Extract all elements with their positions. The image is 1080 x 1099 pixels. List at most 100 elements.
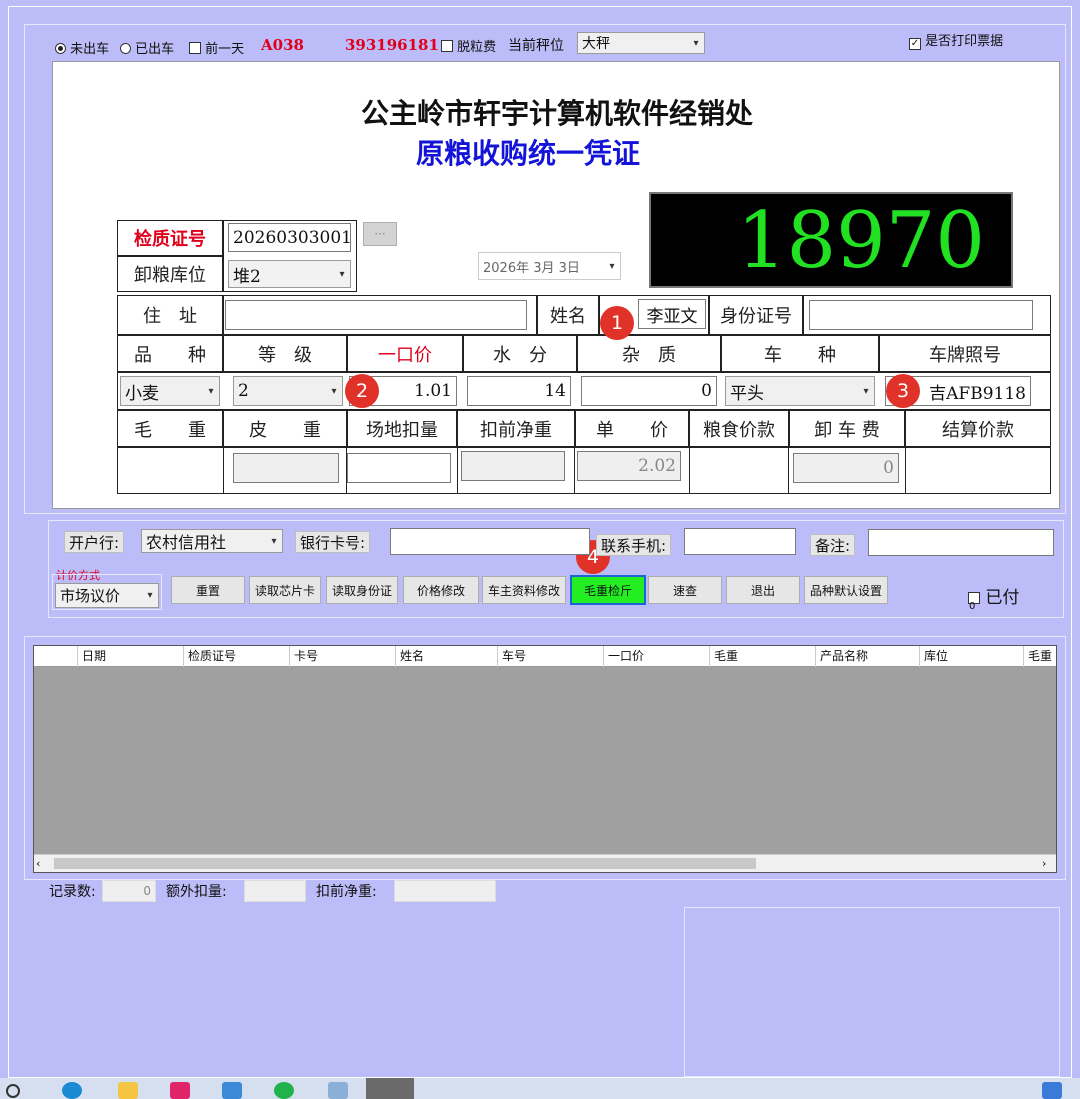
chevron-down-icon: ▾ [863, 385, 869, 397]
unit-price-input: 2.02 [577, 451, 681, 481]
prenet-footer-value [394, 880, 496, 902]
col-water: 水 分 [463, 335, 577, 372]
grade-select[interactable]: 2 ▾ [233, 376, 343, 406]
date-picker[interactable]: 2026年 3月 3日 ▾ [478, 252, 621, 280]
scroll-left-icon[interactable]: ‹ [36, 857, 40, 870]
edge-icon[interactable] [62, 1082, 82, 1099]
phone-input[interactable] [684, 528, 796, 555]
grid-col-9[interactable]: 毛重 [1024, 646, 1056, 667]
col-site: 场地扣量 [347, 410, 457, 447]
grid-col-5[interactable]: 一口价 [604, 646, 710, 667]
col-grade: 等 级 [223, 335, 347, 372]
addr-input[interactable] [225, 300, 527, 330]
scroll-thumb[interactable] [54, 858, 756, 869]
grid-corner [34, 646, 78, 667]
exit-button[interactable]: 退出 [726, 576, 800, 604]
grid-col-2[interactable]: 卡号 [290, 646, 396, 667]
store-icon[interactable] [222, 1082, 242, 1099]
note-input[interactable] [868, 529, 1054, 556]
voucher-paper: 公主岭市轩宇计算机软件经销处 原粮收购统一凭证 18970 检质证号 卸粮库位 … [52, 61, 1060, 509]
col-variety: 品 种 [117, 335, 223, 372]
variety-select[interactable]: 小麦 ▾ [120, 376, 220, 406]
price-edit-button[interactable]: 价格修改 [403, 576, 479, 604]
badge-2: 2 [345, 374, 379, 408]
grain-pay-cell [689, 447, 789, 494]
active-app-icon[interactable] [366, 1078, 414, 1099]
print-ticket-box[interactable]: ✓ [909, 38, 921, 50]
name-label: 姓名 [537, 295, 599, 335]
col-unit: 单 价 [575, 410, 689, 447]
prev-day-checkbox[interactable]: 前一天 [189, 38, 244, 57]
impurity-input[interactable]: 0 [581, 376, 717, 406]
app-window-icon[interactable] [328, 1082, 348, 1099]
scale-select[interactable]: 大秤 ▾ [577, 32, 705, 54]
extra-label: 额外扣量: [166, 884, 227, 900]
site-input[interactable] [347, 453, 451, 483]
paid-checkbox[interactable]: 已付 [968, 583, 1019, 608]
grid-col-1[interactable]: 检质证号 [184, 646, 290, 667]
store-select[interactable]: 堆2 ▾ [228, 260, 351, 288]
chevron-down-icon: ▾ [271, 535, 277, 547]
radio-out-dot[interactable] [120, 43, 131, 54]
grid-col-0[interactable]: 日期 [78, 646, 184, 667]
col-plate: 车牌照号 [879, 335, 1051, 372]
prenet-footer-label: 扣前净重: [316, 884, 377, 900]
taskbar [0, 1078, 1080, 1099]
weight-display: 18970 [649, 192, 1013, 288]
vehicle-select[interactable]: 平头 ▾ [725, 376, 875, 406]
settle-cell [905, 447, 1051, 494]
grid-hscrollbar[interactable]: ‹ › [34, 854, 1056, 872]
empty-panel [684, 907, 1060, 1077]
prev-day-box[interactable] [189, 42, 201, 54]
chevron-down-icon: ▾ [147, 590, 153, 601]
badge-3: 3 [886, 374, 920, 408]
husk-fee-box[interactable] [441, 40, 453, 52]
bank-select[interactable]: 农村信用社 ▾ [141, 529, 283, 553]
cert-input[interactable]: 20260303001 [228, 223, 352, 252]
grid-col-4[interactable]: 车号 [498, 646, 604, 667]
grid-col-3[interactable]: 姓名 [396, 646, 498, 667]
badge-1: 1 [600, 306, 634, 340]
id-label: 身份证号 [709, 295, 803, 335]
reset-button[interactable]: 重置 [171, 576, 245, 604]
paid-count: 0 [969, 601, 976, 612]
card-input[interactable] [390, 528, 590, 555]
radio-not-out-dot[interactable] [55, 43, 66, 54]
card-label: 银行卡号: [295, 531, 371, 553]
grid-col-6[interactable]: 毛重 [710, 646, 816, 667]
records-value: 0 [102, 880, 156, 902]
code-label: A038 [261, 36, 304, 54]
scale-label: 当前秤位 [508, 38, 564, 54]
gross-weigh-button[interactable]: 毛重检斤 [570, 575, 646, 605]
bank-label: 开户行: [64, 531, 125, 553]
radio-not-out[interactable]: 未出车 [55, 38, 109, 57]
pricing-select[interactable]: 市场议价 ▾ [55, 583, 159, 608]
folder-icon[interactable] [118, 1082, 138, 1099]
grid-col-8[interactable]: 库位 [920, 646, 1024, 667]
id-input[interactable] [809, 300, 1033, 330]
radio-out[interactable]: 已出车 [120, 38, 174, 57]
read-id-button[interactable]: 读取身份证 [326, 576, 398, 604]
quick-query-button[interactable]: 速查 [648, 576, 722, 604]
husk-fee-checkbox[interactable]: 脱粒费 [441, 36, 496, 55]
read-chip-button[interactable]: 读取芯片卡 [249, 576, 321, 604]
variety-default-button[interactable]: 品种默认设置 [804, 576, 888, 604]
wechat-icon[interactable] [274, 1082, 294, 1099]
chevron-down-icon: ▾ [208, 385, 214, 397]
col-vehicle: 车 种 [721, 335, 879, 372]
grid-col-7[interactable]: 产品名称 [816, 646, 920, 667]
scroll-right-icon[interactable]: › [1042, 857, 1046, 870]
print-ticket-checkbox[interactable]: ✓ 是否打印票据 [909, 30, 1003, 50]
note-label: 备注: [810, 534, 856, 556]
owner-edit-button[interactable]: 车主资料修改 [482, 576, 566, 604]
records-grid[interactable]: 日期 检质证号 卡号 姓名 车号 一口价 毛重 产品名称 库位 毛重 ‹ › [33, 645, 1057, 873]
chevron-down-icon: ▾ [609, 260, 615, 272]
search-icon[interactable] [6, 1084, 20, 1098]
name-input[interactable]: 李亚文 [638, 299, 706, 329]
media-app-icon[interactable] [170, 1082, 190, 1099]
number-label: 393196181 [345, 36, 439, 54]
grid-header: 日期 检质证号 卡号 姓名 车号 一口价 毛重 产品名称 库位 毛重 [34, 646, 1056, 667]
water-input[interactable]: 14 [467, 376, 571, 406]
tray-icon[interactable] [1042, 1082, 1062, 1099]
cert-more-button[interactable]: ··· [363, 222, 397, 246]
